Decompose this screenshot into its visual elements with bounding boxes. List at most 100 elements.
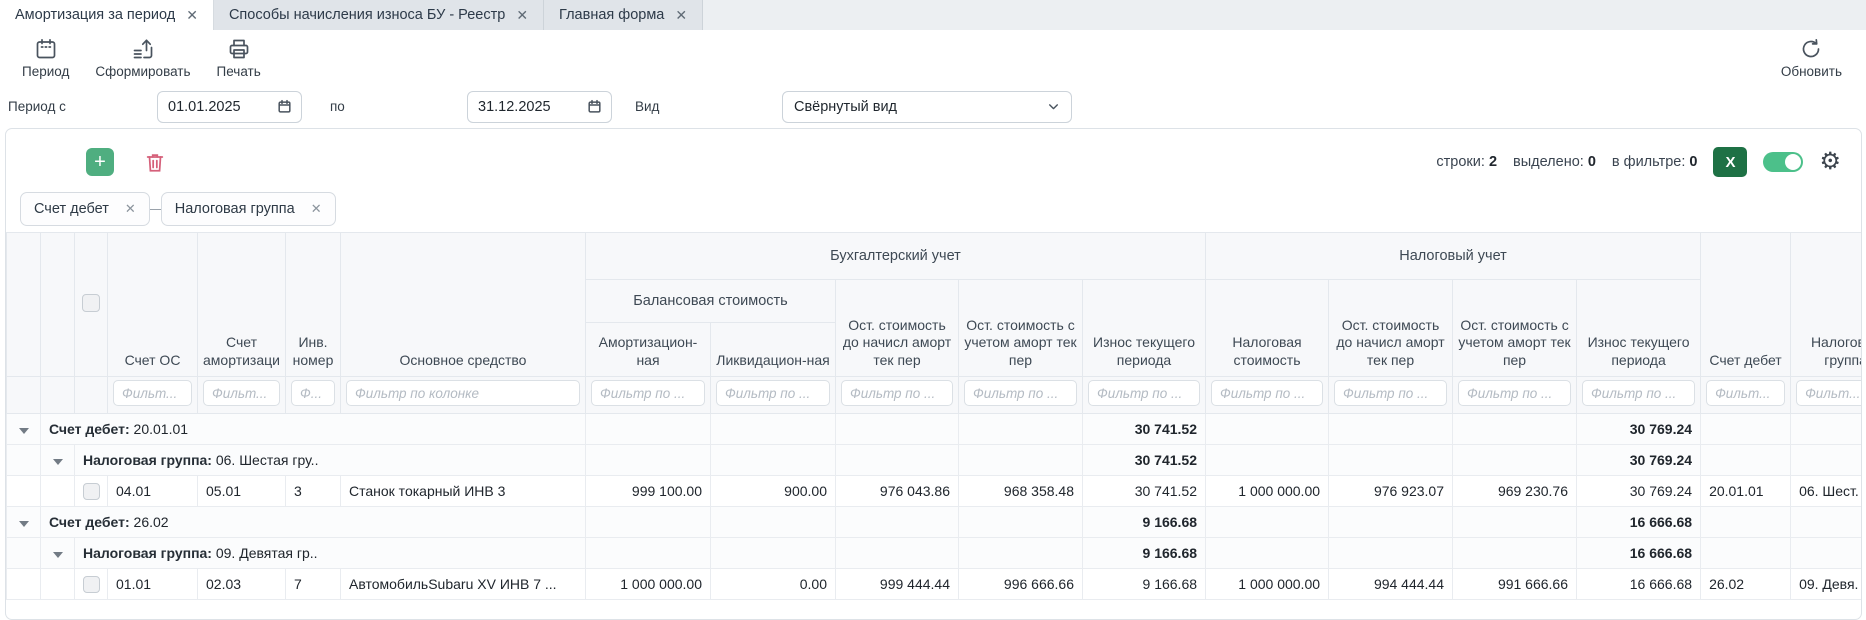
col-header-nu-ost-s[interactable]: Ост. стоимость с учетом аморт тек пер [1453,280,1577,377]
amortization-table: Счет ОС Счет амортизаци Инв. номер Основ… [6,232,1862,600]
grouping-chips: Счет дебет ✕ Налоговая группа ✕ [6,192,1861,226]
cell-nalog_gruppa: 06. Шест. [1791,476,1862,507]
date-value: 01.01.2025 [168,99,241,115]
tab-wear-methods[interactable]: Способы начисления износа БУ - Реестр ✕ [214,0,544,30]
excel-export-button[interactable]: X [1713,147,1747,177]
tab-main-form[interactable]: Главная форма ✕ [544,0,703,30]
tab-label: Способы начисления износа БУ - Реестр [229,7,505,23]
expander-cell [7,538,41,569]
group-label: Счет дебет: 26.02 [41,507,586,538]
collapse-arrow-icon[interactable] [53,552,63,558]
tool-label: Период [22,64,69,79]
filter-input-schet-amort[interactable] [203,380,280,406]
group-row: Налоговая группа: 06. Шестая гру..30 741… [7,445,1863,476]
tab-label: Амортизация за период [15,7,175,23]
tab-label: Главная форма [559,7,664,23]
col-header-bu-amort[interactable]: Амортизацион-ная [586,323,711,377]
filter-input-bu-iznos[interactable] [1088,380,1200,406]
cell-nalog_gruppa [1791,445,1862,476]
filter-input-schet-debet[interactable] [1706,380,1785,406]
row-checkbox[interactable] [83,483,100,500]
cell-nu_stoimost: 1 000 000.00 [1206,476,1329,507]
close-icon[interactable]: ✕ [675,8,687,22]
expander-column-header [7,233,41,377]
filter-input-bu-likvid[interactable] [716,380,830,406]
col-header-bu-likvid[interactable]: Ликвидацион-ная [711,323,836,377]
close-icon[interactable]: ✕ [125,201,136,217]
select-all-checkbox[interactable] [82,294,100,312]
collapse-arrow-icon[interactable] [19,521,29,527]
close-icon[interactable]: ✕ [186,8,198,22]
period-to-input[interactable]: 31.12.2025 [467,91,612,123]
cell-bu_ost_do [836,538,959,569]
delete-row-button[interactable] [144,151,166,174]
col-header-bu-ost-do[interactable]: Ост. стоимость до начисл аморт тек пер [836,280,959,377]
printer-icon [227,37,251,61]
filter-input-inv[interactable] [291,380,335,406]
col-header-bu-ost-s[interactable]: Ост. стоимость с учетом аморт тек пер [959,280,1083,377]
row-checkbox[interactable] [83,576,100,593]
period-to-label: по [322,99,467,114]
filter-input-schet-os[interactable] [113,380,192,406]
expander-column-header [41,233,75,377]
col-header-schet-amort[interactable]: Счет амортизаци [198,233,286,377]
filter-input-nu-ost-do[interactable] [1334,380,1447,406]
filter-input-os[interactable] [346,380,580,406]
cell-os: АвтомобильSubaru XV ИНВ 7 ... [341,569,586,600]
chip-label: Счет дебет [34,201,109,217]
tab-amortization-period[interactable]: Амортизация за период ✕ [0,0,214,30]
generate-button[interactable]: Сформировать [95,37,190,79]
cell-inv: 3 [286,476,341,507]
group-header-bu: Бухгалтерский учет [586,233,1206,280]
filter-input-nalog-gruppa[interactable] [1796,380,1862,406]
add-row-button[interactable]: + [86,148,114,176]
filter-input-nu-iznos[interactable] [1582,380,1695,406]
col-header-bu-iznos[interactable]: Износ текущего периода [1083,280,1206,377]
col-header-nu-stoimost[interactable]: Налоговая стоимость [1206,280,1329,377]
cell-bu_ost_do: 976 043.86 [836,476,959,507]
col-header-schet-debet[interactable]: Счет дебет [1701,233,1791,377]
calendar-icon [277,99,292,114]
col-header-inv[interactable]: Инв. номер [286,233,341,377]
cell-bu_iznos: 9 166.68 [1083,507,1206,538]
cell-bu_iznos: 30 741.52 [1083,414,1206,445]
group-chip-schet-debet[interactable]: Счет дебет ✕ [20,192,150,226]
settings-gear-icon[interactable]: ⚙ [1819,150,1841,174]
filter-toggle[interactable] [1763,152,1803,172]
cell-bu_iznos: 9 166.68 [1083,538,1206,569]
filter-input-nu-ost-s[interactable] [1458,380,1571,406]
trash-icon [144,151,166,174]
col-header-schet-os[interactable]: Счет ОС [108,233,198,377]
cell-bu_iznos: 30 741.52 [1083,445,1206,476]
cell-bu_amort [586,414,711,445]
collapse-arrow-icon[interactable] [53,459,63,465]
filter-input-nu-stoimost[interactable] [1211,380,1323,406]
period-button[interactable]: Период [22,37,69,79]
col-header-nu-ost-do[interactable]: Ост. стоимость до начисл аморт тек пер [1329,280,1453,377]
col-header-os[interactable]: Основное средство [341,233,586,377]
group-row: Налоговая группа: 09. Девятая гр..9 166.… [7,538,1863,569]
col-header-nalog-gruppa[interactable]: Налоговая группа [1791,233,1862,377]
table-row: 04.0105.013Станок токарный ИНВ 3999 100.… [7,476,1863,507]
col-header-nu-iznos[interactable]: Износ текущего периода [1577,280,1701,377]
cell-bu_likvid [711,414,836,445]
group-chip-nalog-gruppa[interactable]: Налоговая группа ✕ [161,192,336,226]
toggle-knob [1785,154,1801,170]
filter-input-bu-ost-do[interactable] [841,380,953,406]
cell-bu_likvid: 900.00 [711,476,836,507]
period-filter-row: Период с 01.01.2025 по 31.12.2025 Вид Св… [0,85,1866,128]
cell-nalog_gruppa [1791,414,1862,445]
view-select[interactable]: Свёрнутый вид [782,91,1072,123]
filter-input-bu-amort[interactable] [591,380,705,406]
cell-bu_ost_s [959,414,1083,445]
refresh-button[interactable]: Обновить [1781,37,1842,79]
close-icon[interactable]: ✕ [311,201,322,217]
collapse-arrow-icon[interactable] [19,428,29,434]
generate-report-icon [131,37,155,61]
close-icon[interactable]: ✕ [516,8,528,22]
cell-nu_stoimost [1206,414,1329,445]
period-from-input[interactable]: 01.01.2025 [157,91,302,123]
print-button[interactable]: Печать [217,37,261,79]
view-label: Вид [627,99,782,114]
filter-input-bu-ost-s[interactable] [964,380,1077,406]
